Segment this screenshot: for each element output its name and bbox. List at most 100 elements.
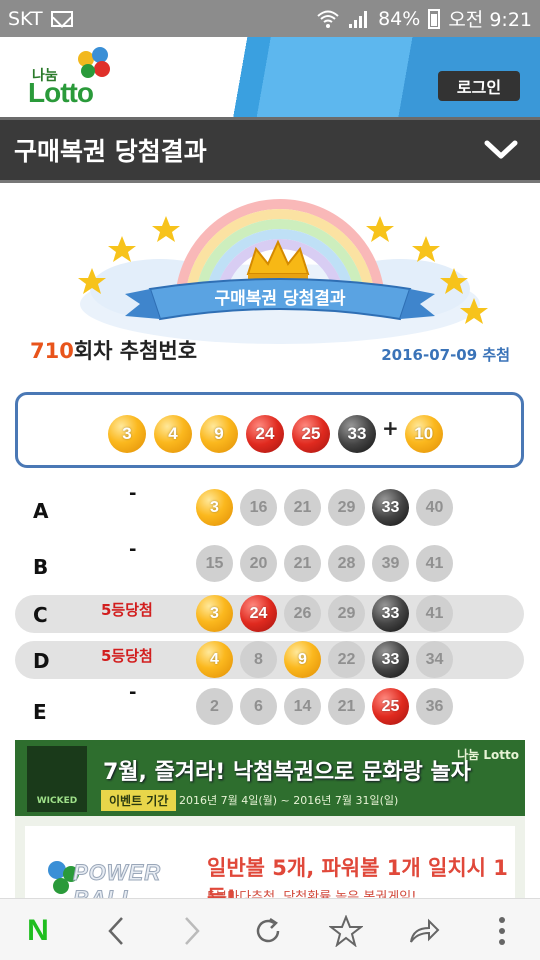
powerball-banner-card: POWER BALL 일반볼 5개, 파워볼 1개 일치시 1등! 5분마다추첨…: [25, 826, 515, 906]
line-number-ball: 36: [416, 688, 453, 725]
line-number-ball: 33: [372, 489, 409, 526]
draw-date: 2016-07-09 추첨: [381, 346, 510, 364]
line-number-ball: 3: [196, 595, 233, 632]
line-letter: C: [33, 603, 48, 627]
line-number-ball: 28: [328, 545, 365, 582]
more-menu-button[interactable]: [482, 911, 522, 951]
line-number-ball: 20: [240, 545, 277, 582]
mail-notification-icon: [50, 10, 73, 27]
line-number-ball: 3: [196, 489, 233, 526]
chevron-left-icon: [108, 917, 123, 945]
line-numbers: 15 20 21 28 39 41: [196, 545, 453, 582]
battery-icon: [428, 8, 441, 29]
share-button[interactable]: [404, 911, 444, 951]
ticket-line-c: C 5등당첨 3 24 26 29 33 41: [15, 595, 524, 633]
line-numbers: 3 16 21 29 33 40: [196, 489, 453, 526]
ticket-line-a: A - 3 16 21 29 33 40: [15, 483, 524, 527]
line-number-ball: 39: [372, 545, 409, 582]
line-number-ball: 21: [328, 688, 365, 725]
line-number-ball: 8: [240, 641, 277, 678]
line-number-ball: 33: [372, 641, 409, 678]
event-title: 7월, 즐겨라! 낙첨복권으로 문화랑 놀자: [103, 760, 471, 785]
logo-big-text: Lotto: [28, 77, 94, 108]
event-period: 2016년 7월 4일(월) ~ 2016년 7월 31일(일): [179, 794, 399, 807]
winning-number-ball: 9: [200, 415, 238, 453]
browser-bottom-nav: N: [0, 898, 540, 960]
line-number-ball: 22: [328, 641, 365, 678]
line-letter: D: [33, 649, 50, 673]
winning-number-ball: 33: [338, 415, 376, 453]
bonus-plus-sign: +: [382, 416, 399, 440]
line-result: 5등당첨: [101, 647, 153, 665]
line-number-ball: 15: [196, 545, 233, 582]
winning-number-ball: 3: [108, 415, 146, 453]
winning-number-ball: 24: [246, 415, 284, 453]
naver-logo-icon: N: [27, 914, 49, 947]
battery-percent: 84%: [378, 7, 421, 30]
back-button[interactable]: [96, 911, 136, 951]
line-numbers: 4 8 9 22 33 34: [196, 641, 453, 678]
event-period-label: 이벤트 기간: [101, 790, 177, 811]
line-result: 5등당첨: [101, 601, 153, 619]
login-button[interactable]: 로그인: [438, 71, 520, 101]
line-result: -: [129, 483, 137, 504]
star-icon: [329, 915, 363, 947]
ticket-line-e: E - 2 6 14 21 25 36: [15, 682, 524, 726]
more-vertical-icon: [499, 917, 505, 945]
line-letter: E: [33, 700, 47, 724]
line-numbers: 3 24 26 29 33 41: [196, 595, 453, 632]
event-banner[interactable]: WICKED 7월, 즐겨라! 낙첨복권으로 문화랑 놀자 이벤트 기간 201…: [15, 740, 525, 816]
draw-number-suffix: 회차 추첨번호: [73, 339, 198, 363]
forward-button[interactable]: [172, 911, 212, 951]
status-bar: SKT 84% 오전 9:21: [0, 0, 540, 37]
line-number-ball: 40: [416, 489, 453, 526]
bonus-number-ball: 10: [404, 415, 443, 453]
ticket-line-d: D 5등당첨 4 8 9 22 33 34: [15, 641, 524, 679]
line-numbers: 2 6 14 21 25 36: [196, 688, 453, 725]
line-number-ball: 25: [372, 688, 409, 725]
clock: 오전 9:21: [448, 9, 532, 31]
line-number-ball: 14: [284, 688, 321, 725]
line-number-ball: 4: [196, 641, 233, 678]
winning-number-ball: 4: [154, 415, 192, 453]
line-result: -: [129, 539, 137, 560]
line-number-ball: 29: [328, 595, 365, 632]
line-number-ball: 6: [240, 688, 277, 725]
line-result: -: [129, 682, 137, 703]
line-letter: A: [33, 499, 49, 523]
winning-numbers: 3 4 9 24 25 33 +10: [108, 415, 443, 453]
line-number-ball: 33: [372, 595, 409, 632]
winning-number-ball: 25: [292, 415, 330, 453]
event-poster-image: WICKED: [27, 746, 87, 812]
page-title: 구매복권 당첨결과: [14, 137, 207, 166]
site-header: 나눔 Lotto 로그인: [0, 37, 540, 117]
line-number-ball: 41: [416, 545, 453, 582]
lotto-logo[interactable]: 나눔 Lotto: [26, 45, 136, 111]
screen: SKT 84% 오전 9:21 나눔 Lotto 로그인 구매복권 당첨결과 구…: [0, 0, 540, 960]
share-icon: [410, 918, 440, 943]
line-number-ball: 29: [328, 489, 365, 526]
line-number-ball: 26: [284, 595, 321, 632]
page-title-bar[interactable]: 구매복권 당첨결과: [0, 117, 540, 183]
chevron-down-icon[interactable]: [484, 140, 518, 160]
line-number-ball: 2: [196, 688, 233, 725]
bookmark-button[interactable]: [326, 911, 366, 951]
clover-icon: [78, 47, 110, 78]
reload-icon: [256, 917, 280, 943]
winning-numbers-box: 3 4 9 24 25 33 +10: [15, 392, 524, 468]
naver-home-button[interactable]: N: [18, 911, 58, 951]
ticket-line-b: B - 15 20 21 28 39 41: [15, 539, 524, 583]
line-number-ball: 9: [284, 641, 321, 678]
event-lotto-logo: 나눔 Lotto: [457, 748, 519, 762]
line-number-ball: 34: [416, 641, 453, 678]
draw-number: 710: [30, 339, 74, 363]
result-banner-illustration: 구매복권 당첨결과: [78, 199, 488, 344]
carrier-label: SKT: [8, 7, 43, 30]
line-number-ball: 16: [240, 489, 277, 526]
line-number-ball: 24: [240, 595, 277, 632]
reload-button[interactable]: [248, 911, 288, 951]
draw-number-label: 710회차 추첨번호: [30, 335, 197, 365]
line-number-ball: 21: [284, 489, 321, 526]
powerball-banner[interactable]: POWER BALL 일반볼 5개, 파워볼 1개 일치시 1등! 5분마다추첨…: [15, 816, 525, 906]
banner-ribbon-text: 구매복권 당첨결과: [214, 288, 345, 309]
